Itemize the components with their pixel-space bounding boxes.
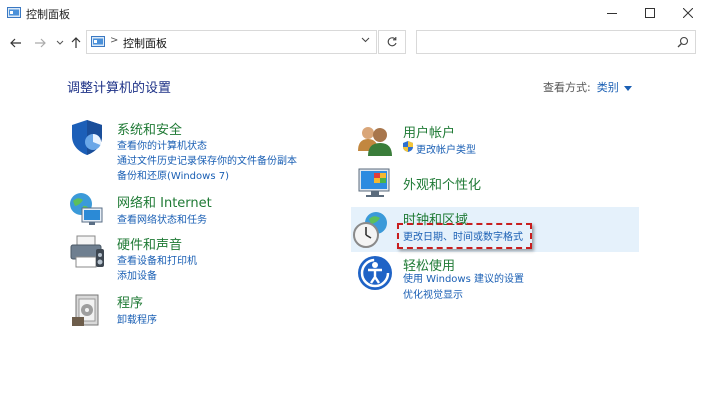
forward-arrow-icon — [35, 38, 46, 48]
category-appearance-personalization: 外观和个性化 — [356, 163, 616, 203]
uac-shield-icon — [403, 141, 413, 152]
category-programs: 程序 卸载程序 — [68, 291, 328, 331]
minimize-button[interactable] — [593, 0, 631, 26]
category-heading-network-internet[interactable]: 网络和 Internet — [117, 192, 212, 211]
chevron-down-icon — [56, 40, 64, 45]
link-backup-restore[interactable]: 备份和还原(Windows 7) — [117, 167, 229, 182]
link-optimize-visual-display[interactable]: 优化视觉显示 — [403, 286, 463, 301]
up-arrow-icon — [71, 37, 81, 48]
chevron-down-icon[interactable] — [361, 37, 370, 43]
navigation-bar: > 控制面板 — [0, 30, 707, 56]
search-icon — [677, 36, 689, 48]
category-heading-appearance-personalization[interactable]: 外观和个性化 — [403, 174, 481, 193]
link-windows-recommended-settings[interactable]: 使用 Windows 建议的设置 — [403, 270, 524, 285]
link-view-computer-status[interactable]: 查看你的计算机状态 — [117, 137, 207, 152]
back-arrow-icon — [10, 38, 21, 48]
search-input[interactable] — [416, 30, 696, 54]
link-add-device[interactable]: 添加设备 — [117, 267, 157, 282]
refresh-button[interactable] — [378, 30, 406, 54]
link-file-history-backup[interactable]: 通过文件历史记录保存你的文件备份副本 — [117, 152, 297, 167]
view-by-label: 查看方式: — [543, 81, 591, 94]
minimize-icon — [607, 13, 617, 14]
category-hardware-sound: 硬件和声音 查看设备和打印机 添加设备 — [68, 233, 328, 283]
users-icon — [358, 127, 392, 156]
category-ease-of-access: 轻松使用 使用 Windows 建议的设置 优化视觉显示 — [356, 254, 616, 304]
page-title: 调整计算机的设置 — [67, 81, 172, 96]
category-heading-hardware-sound[interactable]: 硬件和声音 — [117, 234, 182, 253]
control-panel-icon — [7, 7, 21, 18]
link-view-network-status[interactable]: 查看网络状态和任务 — [117, 211, 207, 226]
close-button[interactable] — [669, 0, 707, 26]
address-bar[interactable]: > 控制面板 — [86, 30, 377, 54]
link-uninstall-program[interactable]: 卸载程序 — [117, 311, 157, 326]
category-system-security: 系统和安全 查看你的计算机状态 通过文件历史记录保存你的文件备份副本 备份和还原… — [68, 118, 328, 188]
shield-icon — [72, 120, 102, 155]
breadcrumb-separator: > — [110, 35, 119, 46]
annotation-highlight-box — [397, 223, 532, 249]
category-heading-system-security[interactable]: 系统和安全 — [117, 119, 182, 138]
accessibility-icon — [358, 256, 392, 290]
category-heading-user-accounts[interactable]: 用户帐户 — [403, 122, 455, 141]
forward-button[interactable] — [32, 35, 48, 51]
network-globe-icon — [70, 193, 103, 225]
link-view-devices-printers[interactable]: 查看设备和打印机 — [117, 252, 197, 267]
clock-globe-icon — [353, 212, 387, 248]
category-heading-programs[interactable]: 程序 — [117, 292, 143, 311]
monitor-icon — [358, 168, 390, 197]
link-change-account-type[interactable]: 更改帐户类型 — [416, 141, 476, 156]
programs-icon — [72, 294, 99, 326]
maximize-button[interactable] — [631, 0, 669, 26]
recent-locations-button[interactable] — [52, 35, 68, 51]
maximize-icon — [645, 8, 655, 18]
close-icon — [683, 8, 693, 18]
view-by-value[interactable]: 类别 — [597, 81, 619, 94]
category-user-accounts: 用户帐户 更改帐户类型 — [356, 121, 616, 161]
caret-down-icon — [623, 85, 632, 91]
breadcrumb-control-panel[interactable]: 控制面板 — [123, 35, 167, 51]
refresh-icon — [387, 37, 397, 47]
printer-icon — [70, 235, 104, 268]
view-by-selector[interactable]: 查看方式: 类别 — [543, 79, 632, 95]
back-button[interactable] — [8, 35, 24, 51]
up-button[interactable] — [68, 35, 84, 51]
window-title: 控制面板 — [26, 8, 70, 21]
control-panel-icon — [91, 36, 105, 47]
category-network-internet: 网络和 Internet 查看网络状态和任务 — [68, 191, 328, 231]
title-bar: 控制面板 — [0, 0, 707, 26]
